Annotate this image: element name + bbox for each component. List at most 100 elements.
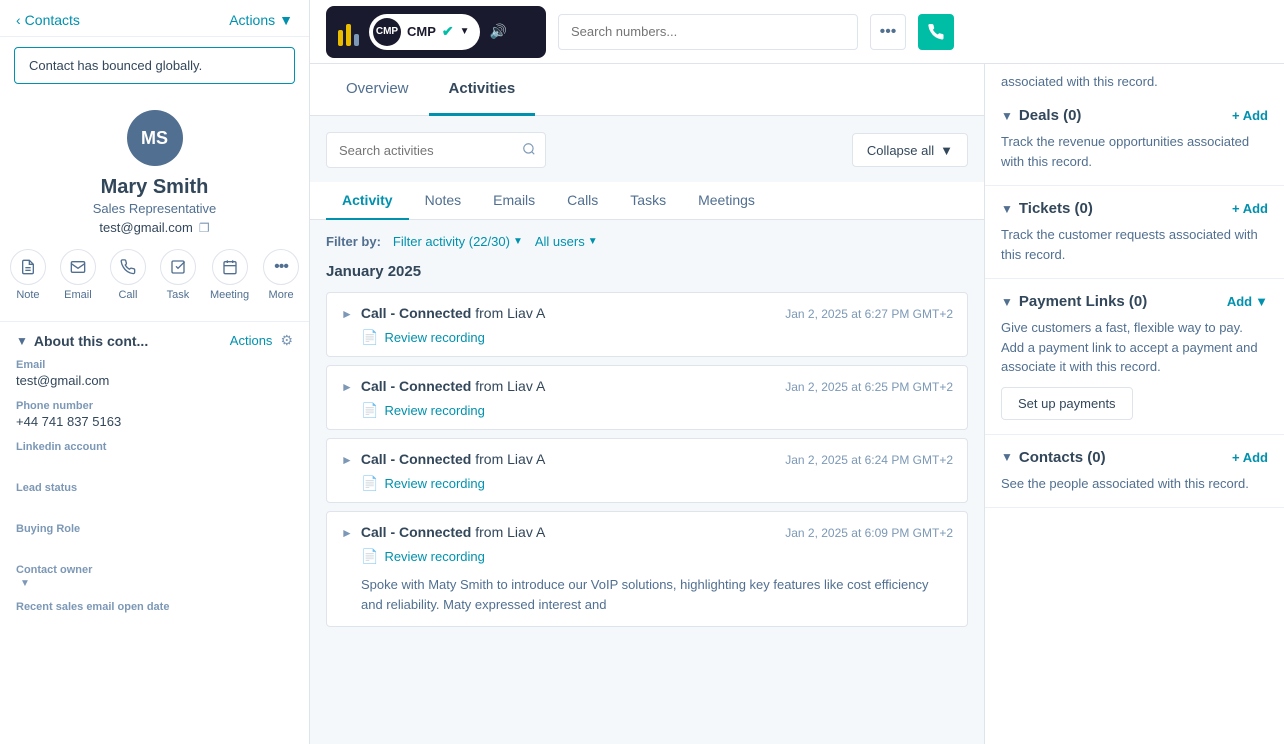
note-action[interactable]: Note bbox=[10, 249, 46, 301]
tab-activities[interactable]: Activities bbox=[429, 64, 536, 116]
filter-users-chevron: ▼ bbox=[588, 236, 598, 247]
review-recording-link-2[interactable]: Review recording bbox=[384, 403, 484, 418]
email-field-value: test@gmail.com bbox=[16, 373, 293, 388]
lead-status-field-value bbox=[16, 496, 293, 511]
payment-links-title: Payment Links (0) bbox=[1019, 293, 1221, 310]
call-label: Call bbox=[118, 289, 137, 301]
call-action[interactable]: Call bbox=[110, 249, 146, 301]
activity-title-area-2: Call - Connected from Liav A bbox=[361, 378, 777, 394]
email-field-item: Email test@gmail.com bbox=[0, 355, 309, 396]
subtab-calls[interactable]: Calls bbox=[551, 182, 614, 220]
review-recording-link-4[interactable]: Review recording bbox=[384, 549, 484, 564]
collapse-chevron-icon: ▼ bbox=[940, 143, 953, 158]
meeting-action[interactable]: Meeting bbox=[210, 249, 249, 301]
expand-icon-3[interactable]: ► bbox=[341, 451, 353, 467]
action-icons-row: Note Email Call Task bbox=[10, 249, 299, 301]
activity-card-1: ► Call - Connected from Liav A Jan 2, 20… bbox=[326, 292, 968, 357]
tickets-description: Track the customer requests associated w… bbox=[1001, 225, 1268, 264]
subtab-tasks[interactable]: Tasks bbox=[614, 182, 682, 220]
tickets-add-button[interactable]: + Add bbox=[1232, 201, 1268, 216]
right-section-contacts: ▼ Contacts (0) + Add See the people asso… bbox=[985, 435, 1284, 509]
tab-overview[interactable]: Overview bbox=[326, 64, 429, 116]
subtab-activity[interactable]: Activity bbox=[326, 182, 409, 220]
right-section-payment-links: ▼ Payment Links (0) Add ▼ Give customers… bbox=[985, 279, 1284, 435]
activity-card-header-1: ► Call - Connected from Liav A Jan 2, 20… bbox=[327, 293, 967, 329]
phone-bar-3 bbox=[354, 34, 359, 46]
expand-icon-2[interactable]: ► bbox=[341, 378, 353, 394]
deals-add-button[interactable]: + Add bbox=[1232, 108, 1268, 123]
phone-widget: CMP CMP ✔ ▼ 🔊 bbox=[326, 6, 546, 58]
sidebar-actions-button[interactable]: Actions ▼ bbox=[229, 12, 293, 28]
activity-timestamp-4: Jan 2, 2025 at 6:09 PM GMT+2 bbox=[785, 526, 953, 540]
right-panel: associated with this record. ▼ Deals (0)… bbox=[984, 64, 1284, 744]
linkedin-field-value bbox=[16, 455, 293, 470]
right-panel-intro: associated with this record. bbox=[985, 64, 1284, 93]
activity-card-2: ► Call - Connected from Liav A Jan 2, 20… bbox=[326, 365, 968, 430]
phone-field-value: +44 741 837 5163 bbox=[16, 414, 293, 429]
cmp-check-icon: ✔ bbox=[442, 23, 454, 40]
email-field-label: Email bbox=[16, 359, 293, 371]
filter-activity-button[interactable]: Filter activity (22/30) ▼ bbox=[393, 234, 523, 249]
filter-row: Filter by: Filter activity (22/30) ▼ All… bbox=[326, 234, 968, 249]
bounce-banner: Contact has bounced globally. bbox=[14, 47, 295, 84]
activity-timestamp-3: Jan 2, 2025 at 6:24 PM GMT+2 bbox=[785, 453, 953, 467]
contacts-section-header[interactable]: ▼ Contacts (0) + Add bbox=[1001, 449, 1268, 466]
subtab-emails[interactable]: Emails bbox=[477, 182, 551, 220]
filter-label: Filter by: bbox=[326, 234, 381, 249]
document-icon-4: 📄 bbox=[361, 548, 378, 565]
tickets-section-header[interactable]: ▼ Tickets (0) + Add bbox=[1001, 200, 1268, 217]
cmp-avatar: CMP bbox=[373, 18, 401, 46]
tickets-chevron-icon: ▼ bbox=[1001, 202, 1013, 216]
settings-gear-icon[interactable]: ⚙ bbox=[280, 332, 293, 349]
search-numbers-input[interactable] bbox=[558, 14, 858, 50]
expand-icon-4[interactable]: ► bbox=[341, 524, 353, 540]
activity-card-body-2: 📄 Review recording bbox=[327, 402, 967, 429]
activity-card-header-4: ► Call - Connected from Liav A Jan 2, 20… bbox=[327, 512, 967, 548]
review-recording-link-1[interactable]: Review recording bbox=[384, 330, 484, 345]
expand-icon-1[interactable]: ► bbox=[341, 305, 353, 321]
dots-icon: ••• bbox=[880, 23, 897, 41]
copy-email-icon[interactable]: ❐ bbox=[199, 221, 210, 235]
payment-add-chevron-icon: ▼ bbox=[1255, 294, 1268, 309]
speaker-icon[interactable]: 🔊 bbox=[490, 23, 507, 40]
payment-links-section-header[interactable]: ▼ Payment Links (0) Add ▼ bbox=[1001, 293, 1268, 310]
owner-dropdown-icon[interactable]: ▼ bbox=[20, 578, 30, 589]
task-action[interactable]: Task bbox=[160, 249, 196, 301]
filter-users-button[interactable]: All users ▼ bbox=[535, 234, 598, 249]
payment-links-add-button[interactable]: Add ▼ bbox=[1227, 294, 1268, 309]
subtab-notes[interactable]: Notes bbox=[409, 182, 478, 220]
contact-info-section: MS Mary Smith Sales Representative test@… bbox=[0, 94, 309, 321]
collapse-all-button[interactable]: Collapse all ▼ bbox=[852, 133, 968, 167]
deals-section-header[interactable]: ▼ Deals (0) + Add bbox=[1001, 107, 1268, 124]
more-action[interactable]: ••• More bbox=[263, 249, 299, 301]
search-activities-wrap bbox=[326, 132, 546, 168]
review-recording-link-3[interactable]: Review recording bbox=[384, 476, 484, 491]
email-action[interactable]: Email bbox=[60, 249, 96, 301]
content-area: Overview Activities Collapse al bbox=[310, 64, 1284, 744]
top-header: CMP CMP ✔ ▼ 🔊 ••• bbox=[310, 0, 1284, 64]
about-actions-button[interactable]: Actions bbox=[230, 333, 273, 348]
search-activities-input[interactable] bbox=[326, 132, 546, 168]
note-icon bbox=[10, 249, 46, 285]
subtab-meetings[interactable]: Meetings bbox=[682, 182, 771, 220]
setup-payments-button[interactable]: Set up payments bbox=[1001, 387, 1133, 420]
document-icon-2: 📄 bbox=[361, 402, 378, 419]
back-to-contacts-link[interactable]: ‹ Contacts bbox=[16, 12, 80, 28]
filter-activity-chevron: ▼ bbox=[513, 236, 523, 247]
contacts-add-button[interactable]: + Add bbox=[1232, 450, 1268, 465]
activity-title-area-4: Call - Connected from Liav A bbox=[361, 524, 777, 540]
phone-more-button[interactable]: ••• bbox=[870, 14, 906, 50]
deals-chevron-icon: ▼ bbox=[1001, 109, 1013, 123]
contact-owner-field-label: Contact owner bbox=[16, 564, 293, 576]
phone-call-button[interactable] bbox=[918, 14, 954, 50]
cmp-button[interactable]: CMP CMP ✔ ▼ bbox=[369, 14, 480, 50]
month-label: January 2025 bbox=[326, 263, 968, 280]
about-section-header[interactable]: ▼ About this cont... Actions ⚙ bbox=[0, 322, 309, 355]
meeting-icon bbox=[212, 249, 248, 285]
deals-description: Track the revenue opportunities associat… bbox=[1001, 132, 1268, 171]
more-icon: ••• bbox=[263, 249, 299, 285]
task-icon bbox=[160, 249, 196, 285]
buying-role-field-item: Buying Role bbox=[0, 519, 309, 560]
activity-card-body-4: 📄 Review recording bbox=[327, 548, 967, 575]
email-label: Email bbox=[64, 289, 92, 301]
